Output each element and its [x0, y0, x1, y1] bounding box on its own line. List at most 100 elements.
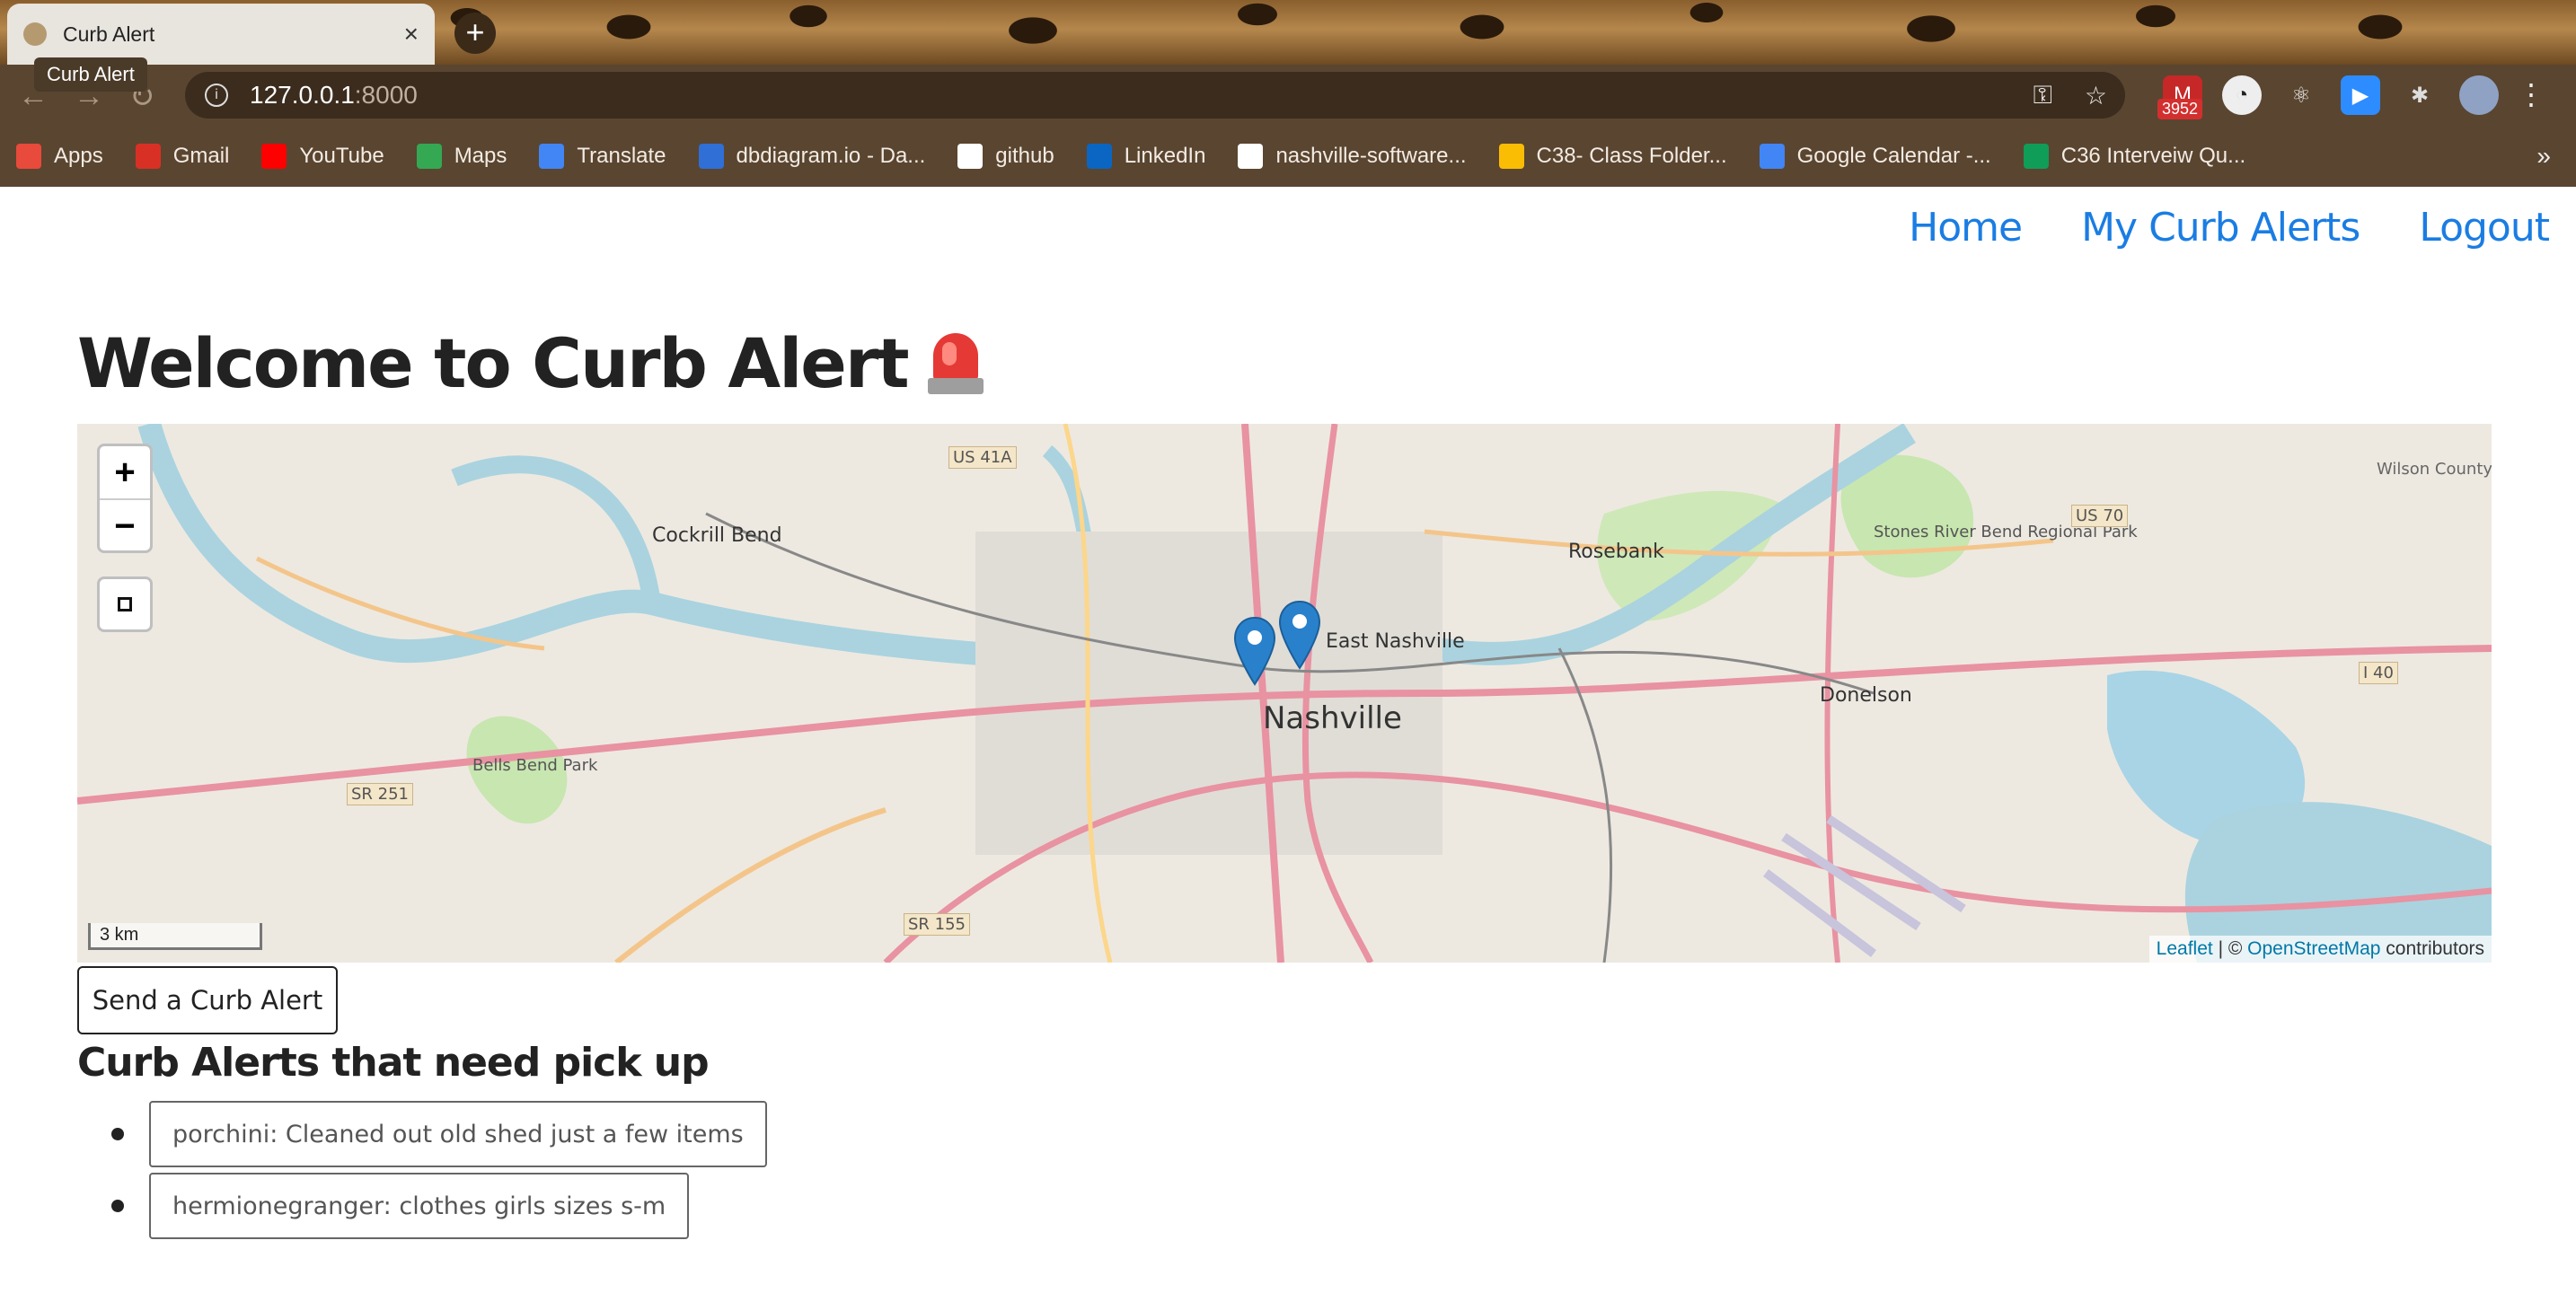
bookmark-item[interactable]: Gmail	[135, 144, 230, 169]
send-curb-alert-button[interactable]: Send a Curb Alert	[77, 966, 338, 1034]
alert-list-item: porchini: Cleaned out old shed just a fe…	[77, 1101, 767, 1167]
map-marker-icon[interactable]	[1277, 600, 1322, 672]
bookmark-item[interactable]: YouTube	[261, 144, 384, 169]
youtube-icon	[261, 144, 287, 169]
map-marker-icon[interactable]	[1232, 616, 1277, 688]
nav-home-link[interactable]: Home	[1909, 205, 2023, 251]
bookmark-item[interactable]: LinkedIn	[1086, 144, 1206, 169]
siren-icon	[927, 332, 984, 394]
gmail-icon	[135, 144, 161, 169]
map-place-label: I 40	[2359, 662, 2398, 684]
bookmark-item[interactable]: Apps	[16, 144, 103, 169]
bookmark-label: Translate	[577, 144, 666, 168]
react-devtools-icon[interactable]: ⚛	[2281, 75, 2321, 115]
bookmark-item[interactable]: dbdiagram.io - Da...	[698, 144, 926, 169]
top-nav: Home My Curb Alerts Logout	[1909, 205, 2550, 251]
map-place-label: SR 155	[904, 913, 971, 936]
bookmark-item[interactable]: Google Calendar -...	[1759, 144, 1991, 169]
map-scale: 3 km	[88, 923, 262, 950]
sheets-icon	[2023, 144, 2049, 169]
bullet-icon	[111, 1200, 124, 1212]
curb-alert-button[interactable]: porchini: Cleaned out old shed just a fe…	[149, 1101, 767, 1167]
zoom-in-button[interactable]: +	[100, 446, 150, 498]
linkedin-icon	[1086, 144, 1112, 169]
translate-icon	[539, 144, 565, 169]
map-place-label: Wilson County	[2377, 460, 2492, 479]
bookmark-item[interactable]: github	[957, 144, 1054, 169]
bookmark-star-icon[interactable]: ☆	[2085, 81, 2107, 110]
unread-count-badge: 3952	[2157, 99, 2203, 119]
map-place-label: US 70	[2071, 505, 2129, 527]
map-attribution: Leaflet | © OpenStreetMap contributors	[2148, 936, 2492, 963]
gmail-extension-icon[interactable]: M 3952	[2157, 75, 2203, 119]
bookmark-label: Apps	[54, 144, 103, 168]
clock-extension-icon[interactable]: ◔	[2222, 75, 2262, 115]
bookmark-label: nashville-software...	[1275, 144, 1467, 168]
browser-tab[interactable]: Curb Alert ×	[7, 4, 435, 65]
bookmark-item[interactable]: Translate	[539, 144, 666, 169]
map-place-label: Bells Bend Park	[472, 756, 598, 775]
tab-tooltip: Curb Alert	[34, 57, 147, 92]
close-tab-icon[interactable]: ×	[404, 20, 419, 48]
bookmark-label: Google Calendar -...	[1796, 144, 1991, 168]
nav-my-curb-alerts-link[interactable]: My Curb Alerts	[2081, 205, 2360, 251]
zoom-extension-icon[interactable]: ▶	[2341, 75, 2380, 115]
google-drive-icon	[1498, 144, 1524, 169]
map[interactable]: + − 3 km Leaflet | © OpenStreetMap contr…	[77, 424, 2492, 963]
bookmark-label: C38- Class Folder...	[1536, 144, 1727, 168]
map-place-label: Rosebank	[1568, 541, 1664, 563]
bookmark-label: Maps	[454, 144, 507, 168]
extensions-puzzle-icon[interactable]: ✱	[2400, 75, 2439, 115]
bookmark-item[interactable]: nashville-software...	[1238, 144, 1467, 169]
bookmark-item[interactable]: Maps	[416, 144, 507, 169]
browser-chrome: Curb Alert × + Curb Alert ← → ↻ i 127.0.…	[0, 0, 2576, 187]
calendar-icon	[1759, 144, 1785, 169]
bookmark-label: YouTube	[299, 144, 384, 168]
url-port: :8000	[354, 81, 418, 109]
draw-rectangle-button[interactable]	[97, 576, 153, 632]
tab-title: Curb Alert	[63, 22, 155, 46]
new-tab-button[interactable]: +	[454, 13, 496, 54]
url-host: 127.0.0.1	[250, 81, 355, 109]
nav-logout-link[interactable]: Logout	[2419, 205, 2550, 251]
bookmark-label: LinkedIn	[1124, 144, 1206, 168]
map-place-label: US 41A	[948, 446, 1017, 469]
bookmarks-bar: Apps Gmail YouTube Maps Translate dbdiagram.i…	[0, 126, 2576, 187]
square-icon	[118, 597, 132, 611]
map-place-label: East Nashville	[1326, 630, 1465, 653]
openstreetmap-link[interactable]: OpenStreetMap	[2247, 938, 2380, 959]
bookmark-label: C36 Interveiw Qu...	[2060, 144, 2246, 168]
maps-icon	[416, 144, 442, 169]
dbdiagram-icon	[698, 144, 724, 169]
more-bookmarks-icon[interactable]: »	[2536, 142, 2551, 171]
map-tiles	[77, 424, 2492, 963]
apps-grid-icon	[16, 144, 41, 169]
github-icon	[1238, 144, 1264, 169]
map-place-label: Nashville	[1263, 700, 1402, 736]
bookmark-label: Gmail	[172, 144, 230, 168]
bullet-icon	[111, 1128, 124, 1140]
page-title: Welcome to Curb Alert	[77, 323, 984, 403]
leaflet-link[interactable]: Leaflet	[2157, 938, 2213, 959]
key-icon[interactable]: ⚿	[2033, 81, 2052, 110]
alert-list: porchini: Cleaned out old shed just a fe…	[77, 1101, 767, 1245]
section-heading: Curb Alerts that need pick up	[77, 1040, 710, 1086]
bookmark-label: dbdiagram.io - Da...	[736, 144, 926, 168]
address-bar[interactable]: i 127.0.0.1 :8000 ⚿ ☆	[185, 72, 2125, 119]
bookmark-item[interactable]: C38- Class Folder...	[1498, 144, 1727, 169]
page-title-text: Welcome to Curb Alert	[77, 323, 910, 403]
bookmark-label: github	[995, 144, 1054, 168]
globe-icon	[23, 22, 47, 46]
zoom-control: + −	[97, 444, 153, 553]
extensions-bar: M 3952 ◔ ⚛ ▶ ✱	[2157, 75, 2499, 119]
site-info-icon[interactable]: i	[205, 84, 228, 107]
alert-list-item: hermionegranger: clothes girls sizes s-m	[77, 1173, 767, 1239]
map-place-label: SR 251	[347, 783, 414, 805]
github-icon	[957, 144, 984, 169]
curb-alert-button[interactable]: hermionegranger: clothes girls sizes s-m	[149, 1173, 690, 1239]
profile-avatar[interactable]	[2459, 75, 2499, 115]
map-place-label: Donelson	[1820, 684, 1912, 707]
browser-menu-icon[interactable]: ⋮	[2517, 77, 2545, 111]
bookmark-item[interactable]: C36 Interveiw Qu...	[2023, 144, 2246, 169]
zoom-out-button[interactable]: −	[100, 498, 150, 550]
